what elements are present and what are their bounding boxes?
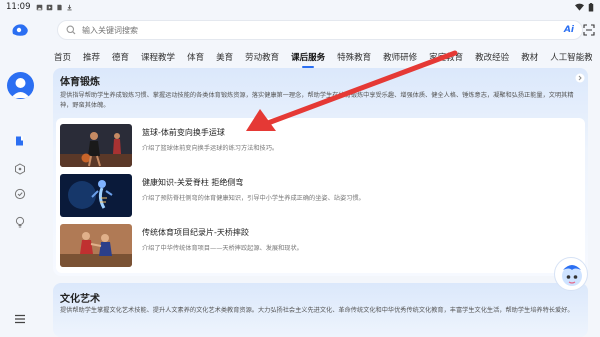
left-rail <box>0 14 40 337</box>
tab-5[interactable]: 美育 <box>210 48 239 68</box>
resource-description: 介绍了中华传统体育项目——天桥摔跤起源、发展和现状。 <box>142 245 303 252</box>
section-title: 文化艺术 <box>60 294 100 305</box>
section-description: 提供指导帮助学生养成锻炼习惯、掌握运动技能的各类体育锻炼资源，落实健康第一理念，… <box>60 92 574 109</box>
wifi-icon <box>575 3 584 11</box>
battery-icon <box>588 2 594 12</box>
assistant-mascot-button[interactable] <box>554 257 588 291</box>
basketball-thumbnail <box>60 124 132 167</box>
resource-title[interactable]: 健康知识-关爱脊柱 拒绝侧弯 <box>142 177 243 188</box>
tab-1[interactable]: 推荐 <box>77 48 106 68</box>
bulb-nav-icon[interactable] <box>14 216 26 228</box>
section-card-sports: 体育锻炼 提供指导帮助学生养成锻炼习惯、掌握运动技能的各类体育锻炼资源，落实健康… <box>53 68 588 276</box>
shield-nav-icon[interactable] <box>14 163 26 175</box>
tab-2[interactable]: 德育 <box>106 48 135 68</box>
tab-10[interactable]: 家庭教育 <box>423 48 469 68</box>
sd-card-icon <box>56 4 62 10</box>
app-logo-icon[interactable] <box>10 22 30 38</box>
tab-13[interactable]: 人工智能教 <box>544 48 592 68</box>
tab-0[interactable]: 首页 <box>48 48 77 68</box>
status-bar: 11:09 <box>0 0 600 14</box>
resource-list: 篮球-体前变向换手运球 介绍了篮球体前变向换手运球的练习方法和技巧。 健康知识-… <box>56 118 585 273</box>
play-notification-icon <box>46 4 52 10</box>
chevron-right-icon[interactable] <box>575 73 585 83</box>
wrestling-thumbnail <box>60 224 132 267</box>
tab-12[interactable]: 教材 <box>515 48 544 68</box>
resource-description: 介绍了预防脊柱侧弯的体育健康知识，引导中小学生养成正确的坐姿、站姿习惯。 <box>142 195 365 202</box>
search-input[interactable] <box>82 25 560 35</box>
tab-3[interactable]: 课程教学 <box>135 48 181 68</box>
resource-item-spine[interactable]: 健康知识-关爱脊柱 拒绝侧弯 介绍了预防脊柱侧弯的体育健康知识，引导中小学生养成… <box>60 174 580 217</box>
spine-thumbnail <box>60 174 132 217</box>
ai-search-button[interactable]: Ai <box>564 25 574 35</box>
check-circle-nav-icon[interactable] <box>14 188 26 200</box>
status-time: 11:09 <box>6 2 31 12</box>
book-nav-icon[interactable] <box>14 135 26 147</box>
tab-7[interactable]: 课后服务 <box>285 48 331 68</box>
search-icon <box>66 25 76 35</box>
resource-item-basketball[interactable]: 篮球-体前变向换手运球 介绍了篮球体前变向换手运球的练习方法和技巧。 <box>60 124 580 167</box>
resource-title[interactable]: 传统体育项目纪录片-天桥摔跤 <box>142 227 249 238</box>
search-bar[interactable]: Ai <box>57 20 583 40</box>
tab-6[interactable]: 劳动教育 <box>239 48 285 68</box>
section-title: 体育锻炼 <box>60 77 100 88</box>
tab-11[interactable]: 教改经验 <box>469 48 515 68</box>
download-icon <box>66 4 72 10</box>
scan-icon[interactable] <box>583 24 595 36</box>
section-description: 提供帮助学生掌握文化艺术技能、提升人文素养的文化艺术类教育资源。大力弘扬社会主义… <box>60 307 574 314</box>
tab-4[interactable]: 体育 <box>181 48 210 68</box>
tab-8[interactable]: 特殊教育 <box>331 48 377 68</box>
image-notification-icon <box>36 4 42 10</box>
avatar[interactable] <box>7 72 34 99</box>
tab-9[interactable]: 教师研修 <box>377 48 423 68</box>
resource-title[interactable]: 篮球-体前变向换手运球 <box>142 127 225 138</box>
section-card-culture: 文化艺术 提供帮助学生掌握文化艺术技能、提升人文素养的文化艺术类教育资源。大力弘… <box>53 283 588 337</box>
menu-icon[interactable] <box>14 314 26 324</box>
resource-description: 介绍了篮球体前变向换手运球的练习方法和技巧。 <box>142 145 279 152</box>
category-tabs: 首页 推荐 德育 课程教学 体育 美育 劳动教育 课后服务 特殊教育 教师研修 家庭教育 教改经验 教材… <box>48 48 592 68</box>
resource-item-wrestling[interactable]: 传统体育项目纪录片-天桥摔跤 介绍了中华传统体育项目——天桥摔跤起源、发展和现状… <box>60 224 580 267</box>
